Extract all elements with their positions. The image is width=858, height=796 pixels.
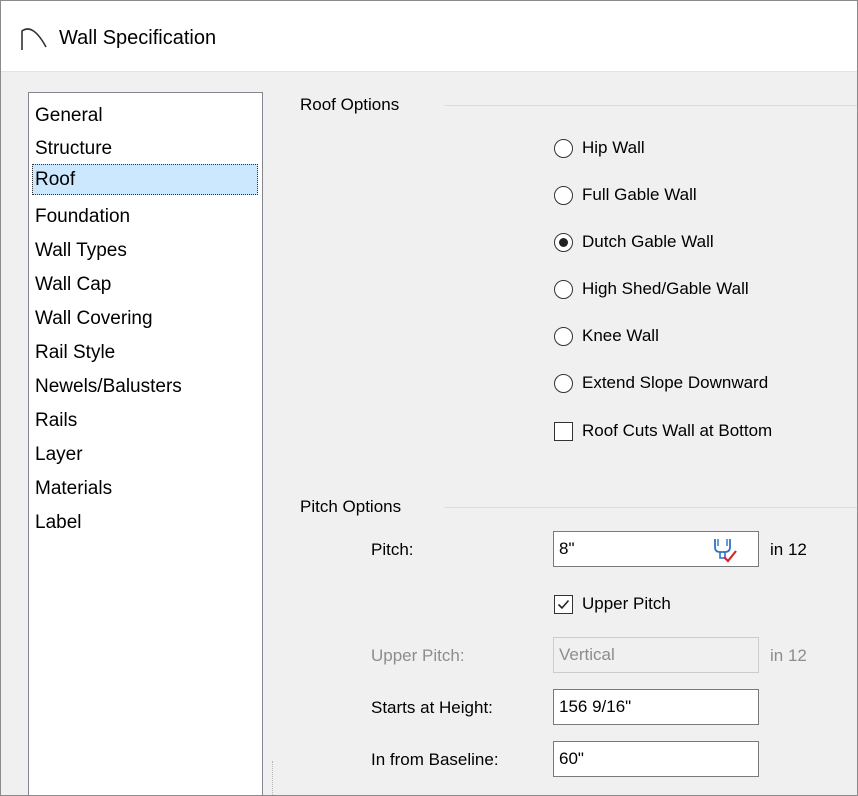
arch-wall-icon bbox=[21, 28, 47, 50]
starts-at-height-input[interactable]: 156 9/16" bbox=[553, 689, 759, 725]
sidebar-item-foundation[interactable]: Foundation bbox=[35, 201, 260, 232]
radio-unchecked-icon bbox=[554, 138, 573, 158]
in-from-baseline-input[interactable]: 60" bbox=[553, 741, 759, 777]
dutch-gable-wall-label: Dutch Gable Wall bbox=[582, 232, 714, 251]
radio-unchecked-icon bbox=[554, 279, 573, 299]
upper-pitch-checkbox[interactable]: Upper Pitch bbox=[554, 591, 671, 617]
upper-pitch-checkbox-label: Upper Pitch bbox=[582, 594, 671, 613]
extend-slope-downward-label: Extend Slope Downward bbox=[582, 373, 769, 392]
roof-options-group-label: Roof Options bbox=[300, 95, 400, 114]
sidebar-item-wall-types[interactable]: Wall Types bbox=[35, 235, 260, 266]
wall-specification-dialog: Wall Specification General Structure Roo… bbox=[0, 0, 858, 796]
pitch-options-divider bbox=[444, 507, 857, 508]
in-from-baseline-label: In from Baseline: bbox=[371, 750, 499, 769]
hip-wall-radio[interactable]: Hip Wall bbox=[554, 135, 645, 161]
knee-wall-radio[interactable]: Knee Wall bbox=[554, 323, 659, 349]
window-title: Wall Specification bbox=[59, 27, 217, 49]
sidebar-item-structure[interactable]: Structure bbox=[35, 133, 260, 164]
roof-options-divider bbox=[444, 105, 857, 106]
full-gable-wall-label: Full Gable Wall bbox=[582, 185, 697, 204]
sidebar-item-general[interactable]: General bbox=[35, 100, 260, 131]
roof-cuts-wall-label: Roof Cuts Wall at Bottom bbox=[582, 421, 773, 440]
sidebar-item-layer[interactable]: Layer bbox=[35, 439, 260, 470]
sidebar-item-wall-cap[interactable]: Wall Cap bbox=[35, 269, 260, 300]
upper-pitch-value: Vertical bbox=[559, 645, 615, 664]
title-bar: Wall Specification bbox=[1, 1, 857, 72]
sidebar-item-label[interactable]: Label bbox=[35, 507, 260, 538]
sidebar-item-rails[interactable]: Rails bbox=[35, 405, 260, 436]
pitch-options-group-label: Pitch Options bbox=[300, 497, 402, 516]
upper-pitch-unit: in 12 bbox=[770, 646, 807, 665]
upper-pitch-input: Vertical bbox=[553, 637, 759, 673]
roof-cuts-wall-checkbox[interactable]: Roof Cuts Wall at Bottom bbox=[554, 418, 772, 444]
high-shed-gable-wall-radio[interactable]: High Shed/Gable Wall bbox=[554, 276, 749, 302]
starts-at-height-label: Starts at Height: bbox=[371, 698, 493, 717]
high-shed-gable-wall-label: High Shed/Gable Wall bbox=[582, 279, 749, 298]
full-gable-wall-radio[interactable]: Full Gable Wall bbox=[554, 182, 697, 208]
pitch-label: Pitch: bbox=[371, 540, 414, 559]
in-from-baseline-value: 60" bbox=[559, 749, 584, 768]
sidebar-item-materials[interactable]: Materials bbox=[35, 473, 260, 504]
checkbox-checked-icon bbox=[554, 594, 573, 614]
checkbox-unchecked-icon bbox=[554, 421, 573, 441]
hip-wall-label: Hip Wall bbox=[582, 138, 645, 157]
upper-pitch-label: Upper Pitch: bbox=[371, 646, 465, 665]
extend-slope-downward-radio[interactable]: Extend Slope Downward bbox=[554, 370, 768, 396]
pitch-calculator-icon[interactable] bbox=[707, 533, 739, 565]
radio-unchecked-icon bbox=[554, 326, 573, 346]
pitch-value: 8" bbox=[559, 539, 575, 558]
radio-unchecked-icon bbox=[554, 185, 573, 205]
pitch-unit: in 12 bbox=[770, 540, 807, 559]
category-list[interactable]: General Structure Roof Foundation Wall T… bbox=[28, 92, 263, 795]
dutch-gable-wall-radio[interactable]: Dutch Gable Wall bbox=[554, 229, 714, 255]
starts-at-height-value: 156 9/16" bbox=[559, 697, 632, 716]
sidebar-item-newels-balusters[interactable]: Newels/Balusters bbox=[35, 371, 260, 402]
sidebar-item-rail-style[interactable]: Rail Style bbox=[35, 337, 260, 368]
radio-checked-icon bbox=[554, 232, 573, 252]
radio-unchecked-icon bbox=[554, 373, 573, 393]
sidebar-item-wall-covering[interactable]: Wall Covering bbox=[35, 303, 260, 334]
sidebar-item-roof[interactable]: Roof bbox=[32, 164, 258, 195]
panel-splitter[interactable] bbox=[272, 761, 275, 795]
knee-wall-label: Knee Wall bbox=[582, 326, 659, 345]
